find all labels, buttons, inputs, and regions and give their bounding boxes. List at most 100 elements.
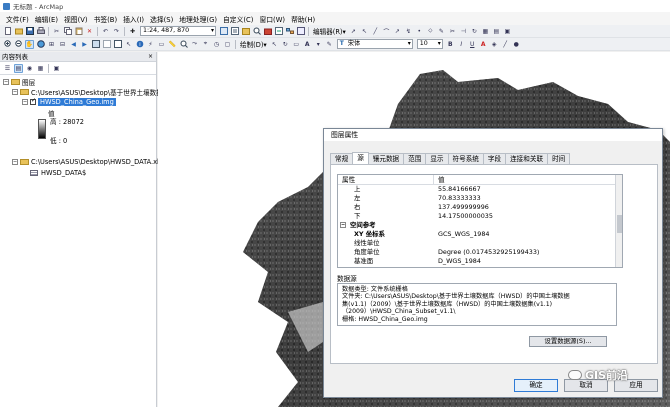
edit-tool-icon[interactable]: ➚ xyxy=(349,27,358,36)
datasource-textbox[interactable]: 数据类型: 文件系统栅格 文件夹: C:\Users\ASUS\Desktop\… xyxy=(337,283,617,326)
editor-toolbar-icon[interactable] xyxy=(219,27,228,36)
properties-scrollbar[interactable] xyxy=(615,175,622,267)
menu-help[interactable]: 帮助(H) xyxy=(288,14,318,24)
collapse-icon[interactable]: − xyxy=(3,79,9,85)
tab-symbology[interactable]: 符号系统 xyxy=(447,153,484,164)
draw-menu[interactable]: 绘制(D)▾ xyxy=(238,39,269,49)
new-document-icon[interactable] xyxy=(3,27,12,36)
endpoint-arc-icon[interactable]: ↗ xyxy=(393,27,402,36)
split-icon[interactable]: ⊣ xyxy=(459,27,468,36)
collapse-icon[interactable]: − xyxy=(12,89,18,95)
property-row[interactable]: 右 137.499999996 xyxy=(338,203,622,212)
go-to-xy-icon[interactable]: ⌖ xyxy=(201,40,210,49)
find-icon[interactable] xyxy=(179,40,188,49)
undo-icon[interactable]: ↶ xyxy=(101,27,110,36)
menu-windows[interactable]: 窗口(W) xyxy=(256,14,288,24)
menu-view[interactable]: 视图(V) xyxy=(61,14,91,24)
property-section-row[interactable]: − 空间参考 xyxy=(338,221,622,230)
paste-icon[interactable] xyxy=(74,27,83,36)
select-elements-icon[interactable]: ↖ xyxy=(124,40,133,49)
rotate-icon[interactable]: ↻ xyxy=(470,27,479,36)
property-row[interactable]: 下 14.17500000035 xyxy=(338,212,622,221)
time-slider-icon[interactable]: ◷ xyxy=(212,40,221,49)
font-size-combo[interactable]: 10 xyxy=(416,39,443,49)
tab-key-metadata[interactable]: 镶元数据 xyxy=(367,153,405,164)
property-row[interactable]: 基准面 D_WGS_1984 xyxy=(338,257,622,266)
property-row[interactable]: 上 55.84166667 xyxy=(338,185,622,194)
viewer-window-icon[interactable]: ▢ xyxy=(223,40,232,49)
find-route-icon[interactable]: ⤳ xyxy=(190,40,199,49)
list-by-visibility-icon[interactable]: ◉ xyxy=(25,64,34,73)
modelbuilder-icon[interactable] xyxy=(285,27,294,36)
point-icon[interactable]: • xyxy=(415,27,424,36)
tab-joins-relates[interactable]: 连接和关联 xyxy=(505,153,549,164)
property-row[interactable]: 左 70.83333333 xyxy=(338,194,622,203)
python-window-icon[interactable] xyxy=(274,27,283,36)
list-by-source-icon[interactable]: ▤ xyxy=(14,63,23,73)
menu-customize[interactable]: 自定义(C) xyxy=(220,14,256,24)
add-data-icon[interactable]: ✚ xyxy=(128,27,137,36)
catalog-window-icon[interactable] xyxy=(241,27,250,36)
edit-annotation-icon[interactable]: ↖ xyxy=(360,27,369,36)
rectangle-icon[interactable]: ▭ xyxy=(292,40,301,49)
edit-vertices-icon[interactable]: ⬦ xyxy=(426,27,435,36)
zoom-out-icon[interactable] xyxy=(14,40,23,49)
underline-button[interactable]: U xyxy=(468,40,477,49)
layers-root-row[interactable]: − 图层 xyxy=(3,77,35,87)
go-back-icon[interactable]: ◀ xyxy=(69,40,78,49)
marker-color-icon[interactable]: ● xyxy=(512,40,521,49)
options-icon[interactable]: ▣ xyxy=(52,64,61,73)
clear-selection-icon[interactable] xyxy=(113,40,122,49)
raster-layer-row[interactable]: − HWSD_China_Geo.img xyxy=(22,97,116,107)
tab-time[interactable]: 时间 xyxy=(547,153,571,164)
bold-button[interactable]: B xyxy=(446,40,455,49)
fixed-zoom-in-icon[interactable]: ⊞ xyxy=(47,40,56,49)
tab-fields[interactable]: 字段 xyxy=(482,153,507,164)
property-row[interactable]: 角度单位 Degree (0.0174532925199433) xyxy=(338,248,622,257)
cut-polygons-icon[interactable]: ✂ xyxy=(448,27,457,36)
help-icon[interactable] xyxy=(296,27,305,36)
tab-extent[interactable]: 范围 xyxy=(403,153,427,164)
pan-icon[interactable]: ✋ xyxy=(25,39,34,49)
redo-icon[interactable]: ↷ xyxy=(112,27,121,36)
text-dropdown-icon[interactable]: ▾ xyxy=(314,40,323,49)
create-features-icon[interactable]: ▣ xyxy=(503,27,512,36)
save-icon[interactable] xyxy=(25,27,34,36)
folder1-row[interactable]: − C:\Users\ASUS\Desktop\基于世界土壤数据 xyxy=(12,87,163,97)
property-row[interactable]: 线性单位 xyxy=(338,239,622,248)
toc-close-icon[interactable]: × xyxy=(148,52,153,62)
measure-icon[interactable]: 📏 xyxy=(168,40,177,49)
edit-vertices-draw-icon[interactable]: ✎ xyxy=(325,40,334,49)
select-features-icon[interactable] xyxy=(102,40,111,49)
delete-icon[interactable]: ✕ xyxy=(85,27,94,36)
fixed-zoom-out-icon[interactable]: ⊟ xyxy=(58,40,67,49)
text-tool-icon[interactable]: A xyxy=(303,40,312,49)
arc-segment-icon[interactable]: ⌒ xyxy=(382,27,391,36)
layer-visibility-checkbox[interactable] xyxy=(30,97,36,105)
font-color-icon[interactable]: A xyxy=(479,40,488,49)
cut-icon[interactable]: ✂ xyxy=(52,27,61,36)
set-data-source-button[interactable]: 设置数据源(S)... xyxy=(529,336,607,347)
copy-icon[interactable] xyxy=(63,27,72,36)
attributes-icon[interactable]: ▦ xyxy=(481,27,490,36)
italic-button[interactable]: I xyxy=(457,40,466,49)
search-window-icon[interactable] xyxy=(252,27,261,36)
go-forward-icon[interactable]: ▶ xyxy=(80,40,89,49)
select-by-graphics-icon[interactable] xyxy=(91,40,100,49)
font-name-combo[interactable]: 宋体 xyxy=(336,39,413,49)
html-popup-icon[interactable]: ▭ xyxy=(157,40,166,49)
straight-segment-icon[interactable]: ╱ xyxy=(371,27,380,36)
map-scale-combo[interactable]: 1:24, 487, 870 xyxy=(140,26,216,36)
list-by-selection-icon[interactable]: ▦ xyxy=(36,64,45,73)
open-folder-icon[interactable] xyxy=(14,27,23,36)
fill-color-icon[interactable]: ◈ xyxy=(490,40,499,49)
trace-icon[interactable]: ↯ xyxy=(404,27,413,36)
menu-geoprocessing[interactable]: 地理处理(G) xyxy=(176,14,220,24)
tab-source[interactable]: 源 xyxy=(352,152,369,164)
select-elements-draw-icon[interactable]: ↖ xyxy=(270,40,279,49)
collapse-icon[interactable]: − xyxy=(22,99,28,105)
raster-layer-name[interactable]: HWSD_China_Geo.img xyxy=(38,98,116,106)
print-icon[interactable] xyxy=(36,27,45,36)
reshape-icon[interactable]: ✎ xyxy=(437,27,446,36)
rotate-draw-icon[interactable]: ↻ xyxy=(281,40,290,49)
